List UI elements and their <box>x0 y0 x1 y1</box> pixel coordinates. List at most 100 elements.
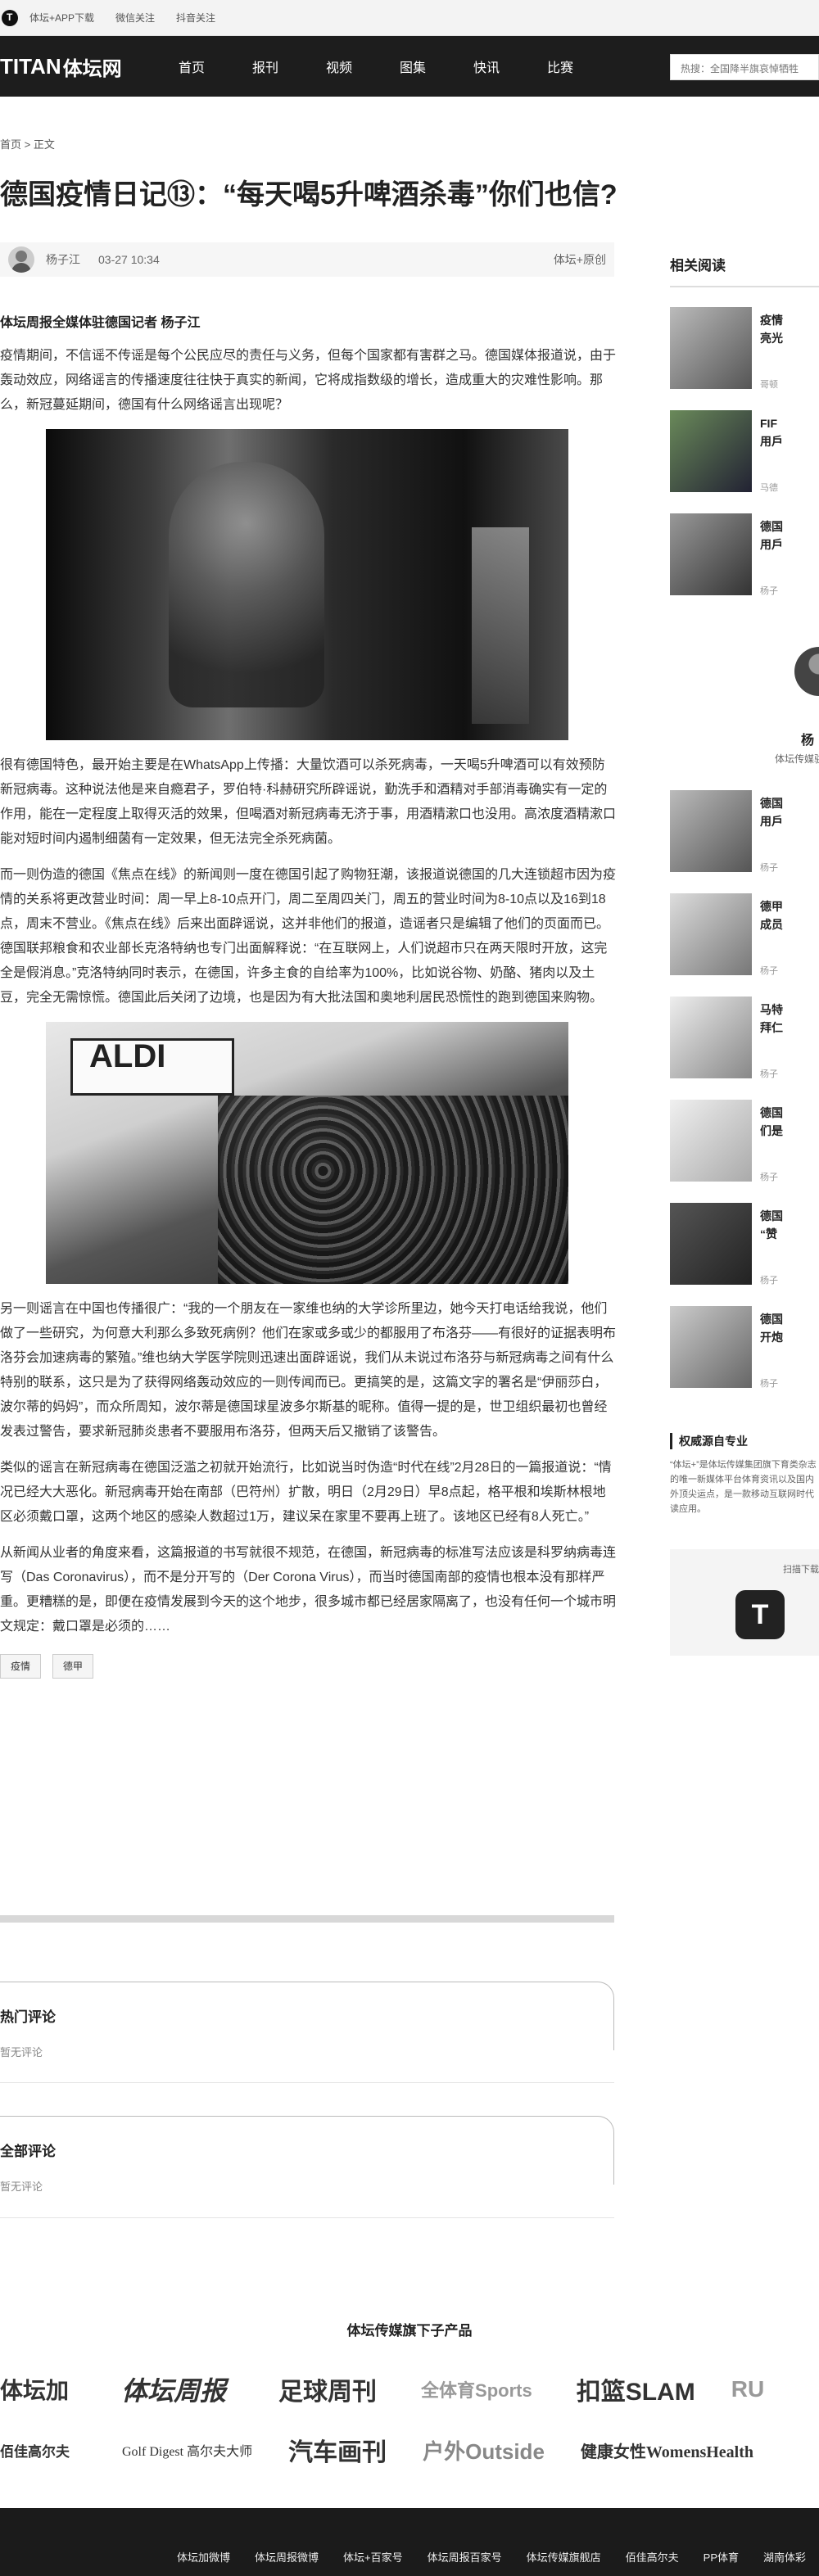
nav-item-gallery[interactable]: 图集 <box>400 56 473 76</box>
nav-item-video[interactable]: 视频 <box>326 56 400 76</box>
brand-golf-digest[interactable]: Golf Digest 高尔夫大师 <box>122 2440 252 2460</box>
author-article-title[interactable]: 马特 <box>760 1001 819 1018</box>
brand-outside[interactable]: 户外Outside <box>423 2435 545 2465</box>
article-title: 德国疫情日记⑬：“每天喝5升啤酒杀毒”你们也信? <box>0 179 618 210</box>
footer-link[interactable]: 体坛加微博 <box>177 2549 230 2565</box>
author-article-title-2[interactable]: 成员 <box>760 916 819 933</box>
publish-time: 03-27 10:34 <box>98 253 160 266</box>
article-paragraph: 疫情期间，不信谣不传谣是每个公民应尽的责任与义务，但每个国家都有害群之马。德国媒… <box>0 349 617 412</box>
author-article-item[interactable]: 德国 开炮 杨子 <box>670 1306 819 1391</box>
author-profile: 杨 体坛传媒驻 <box>670 630 819 778</box>
related-item-title[interactable]: FIF <box>760 415 819 432</box>
related-item-title[interactable]: 疫情 <box>760 312 819 328</box>
footer-link[interactable]: 体坛周报百家号 <box>428 2549 502 2565</box>
author-article-thumb[interactable] <box>670 893 752 975</box>
related-item-title-2[interactable]: 亮光 <box>760 330 819 346</box>
all-comments: 全部评论 暂无评论 <box>0 2116 614 2193</box>
brand-womens-health[interactable]: 健康女性WomensHealth <box>581 2438 753 2462</box>
author-article-title-2[interactable]: 开炮 <box>760 1329 819 1345</box>
related-item-title-2[interactable]: 用戶 <box>760 433 819 450</box>
brand-slam[interactable]: 扣篮SLAM <box>577 2371 695 2407</box>
author-article-item[interactable]: 马特 拜仁 杨子 <box>670 997 819 1082</box>
author-article-author: 杨子 <box>760 1276 778 1286</box>
author-article-title-2[interactable]: “赞 <box>760 1226 819 1242</box>
author-article-title[interactable]: 德国 <box>760 1105 819 1121</box>
author-article-thumb[interactable] <box>670 1203 752 1285</box>
breadcrumb[interactable]: 首页 > 正文 <box>0 136 55 151</box>
author-avatar[interactable] <box>8 246 34 273</box>
article-paragraph: 另一则谣言在中国也传播很广：“我的一个朋友在一家维也纳的大学诊所里边，她今天打电… <box>0 1302 617 1439</box>
app-logo-icon[interactable]: T <box>735 1590 785 1639</box>
hot-comments: 热门评论 暂无评论 <box>0 1982 614 2059</box>
titan-logo-icon[interactable] <box>2 9 18 26</box>
related-thumb[interactable] <box>670 513 752 595</box>
wechat-follow-link[interactable]: 微信关注 <box>115 11 155 25</box>
search-input[interactable]: 热搜：全国降半旗哀悼牺牲 <box>670 54 819 80</box>
author-article-item[interactable]: 德甲 成员 杨子 <box>670 893 819 978</box>
brand-titan-weekly[interactable]: 体坛周报 <box>121 2370 226 2408</box>
section-divider <box>0 1915 614 1923</box>
profile-name[interactable]: 杨 <box>801 729 814 748</box>
article-lead: 体坛周报全媒体驻德国记者 杨子江 <box>0 316 201 330</box>
author-article-author: 杨子 <box>760 863 778 873</box>
footer-link[interactable]: 佰佳高尔夫 <box>626 2549 679 2565</box>
related-item-author: 杨子 <box>760 586 778 596</box>
tag-epidemic[interactable]: 疫情 <box>0 1654 42 1679</box>
related-thumb[interactable] <box>670 410 752 492</box>
footer-link[interactable]: 体坛传媒旗舰店 <box>527 2549 601 2565</box>
article-tags: 疫情 德甲 <box>0 1654 616 1679</box>
site-logo[interactable]: TITAN 体坛网 <box>0 52 139 81</box>
author-article-thumb[interactable] <box>670 790 752 872</box>
brand-titan-plus[interactable]: 体坛加 <box>0 2373 69 2406</box>
author-article-title-2[interactable]: 用戶 <box>760 813 819 829</box>
author-article-author: 杨子 <box>760 1379 778 1389</box>
brand-runner[interactable]: RU <box>731 2376 764 2402</box>
author-article-thumb[interactable] <box>670 997 752 1078</box>
footer-link[interactable]: 体坛+百家号 <box>343 2549 403 2565</box>
nav-item-matches[interactable]: 比赛 <box>547 56 621 76</box>
authority-title: 权威源自专业 <box>670 1433 819 1449</box>
douyin-follow-link[interactable]: 抖音关注 <box>176 11 215 25</box>
article-source: 体坛+原创 <box>553 253 606 266</box>
author-article-title[interactable]: 德国 <box>760 1311 819 1327</box>
author-article-item[interactable]: 德国 “赞 杨子 <box>670 1203 819 1288</box>
profile-desc: 体坛传媒驻 <box>775 753 819 765</box>
author-article-title[interactable]: 德甲 <box>760 898 819 915</box>
all-comments-empty: 暂无评论 <box>0 2181 43 2193</box>
authority-desc: “体坛+”是体坛传媒集团旗下育类杂志的唯一新媒体平台体育资讯以及国内外顶尖运点，… <box>670 1460 817 1514</box>
author-article-item[interactable]: 德国 们是 杨子 <box>670 1100 819 1185</box>
footer-link[interactable]: PP体育 <box>704 2549 739 2565</box>
related-item[interactable]: 疫情 亮光 哥顿 <box>670 307 819 392</box>
nav-item-flash[interactable]: 快讯 <box>473 56 547 76</box>
authority-block: 权威源自专业 “体坛+”是体坛传媒集团旗下育类杂志的唯一新媒体平台体育资讯以及国… <box>670 1433 819 1679</box>
author-article-thumb[interactable] <box>670 1306 752 1388</box>
article-paragraph: 类似的谣言在新冠病毒在德国泛滥之初就开始流行，比如说当时伪造“时代在线”2月28… <box>0 1461 612 1524</box>
app-download-link[interactable]: 体坛+APP下载 <box>29 11 94 25</box>
author-article-title-2[interactable]: 们是 <box>760 1123 819 1139</box>
related-item[interactable]: FIF 用戶 马德 <box>670 410 819 495</box>
nav-item-home[interactable]: 首页 <box>179 56 252 76</box>
article-photo-aldi: ALDI <box>46 1022 568 1284</box>
author-article-title-2[interactable]: 拜仁 <box>760 1019 819 1036</box>
main-nav: TITAN 体坛网 首页 报刊 视频 图集 快讯 比赛 热搜：全国降半旗哀悼牺牲 <box>0 36 819 97</box>
author-article-item[interactable]: 德国 用戶 杨子 <box>670 790 819 875</box>
brand-sports[interactable]: 全体育Sports <box>421 2376 532 2402</box>
related-item-title[interactable]: 德国 <box>760 518 819 535</box>
author-name[interactable]: 杨子江 <box>46 251 80 268</box>
nav-item-newspaper[interactable]: 报刊 <box>252 56 326 76</box>
brand-football-weekly[interactable]: 足球周刊 <box>278 2371 377 2407</box>
brand-baijia-golf[interactable]: 佰佳高尔夫 <box>0 2440 70 2461</box>
author-article-title[interactable]: 德国 <box>760 1208 819 1224</box>
tag-bundesliga[interactable]: 德甲 <box>52 1654 94 1679</box>
related-thumb[interactable] <box>670 307 752 389</box>
profile-avatar[interactable] <box>794 647 819 696</box>
author-article-thumb[interactable] <box>670 1100 752 1182</box>
brand-auto-magazine[interactable]: 汽车画刊 <box>288 2432 387 2468</box>
footer-link[interactable]: 体坛周报微博 <box>255 2549 319 2565</box>
author-article-title[interactable]: 德国 <box>760 795 819 811</box>
footer-link[interactable]: 湖南体彩 <box>763 2549 806 2565</box>
related-item[interactable]: 德国 用戶 杨子 <box>670 513 819 599</box>
article-meta: 杨子江 03-27 10:34 体坛+原创 <box>0 242 614 277</box>
footer: 体坛加微博 体坛周报微博 体坛+百家号 体坛周报百家号 体坛传媒旗舰店 佰佳高尔… <box>0 2508 819 2576</box>
related-item-title-2[interactable]: 用戶 <box>760 536 819 553</box>
